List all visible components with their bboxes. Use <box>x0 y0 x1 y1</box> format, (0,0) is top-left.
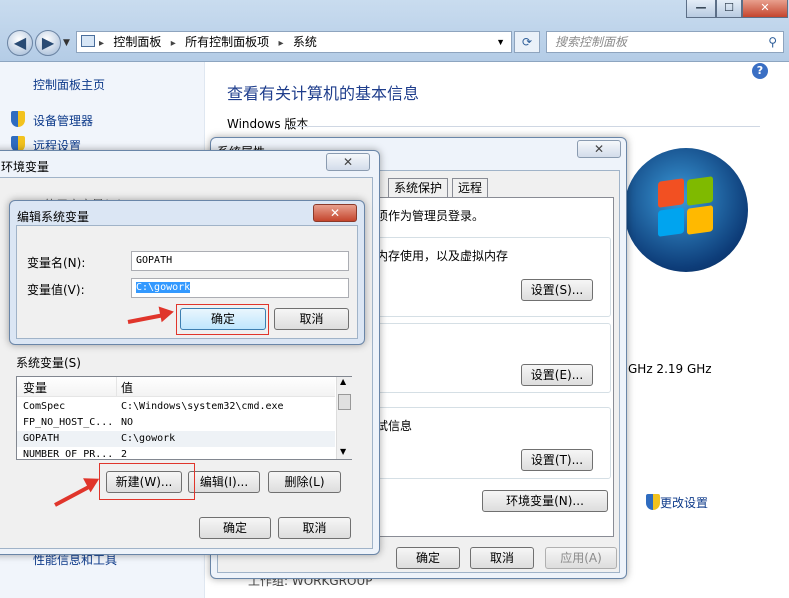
row-name: ComSpec <box>23 401 66 412</box>
breadcrumb-system[interactable]: 系统 <box>293 35 317 49</box>
apply-button[interactable]: 应用(A) <box>545 547 617 569</box>
debug-text: 试信息 <box>376 419 413 433</box>
performance-settings-button[interactable]: 设置(S)... <box>521 279 593 301</box>
breadcrumb-control-panel[interactable]: 控制面板 <box>113 35 161 49</box>
performance-text: 内存使用，以及虚拟内存 <box>376 249 509 263</box>
row-value: C:\gowork <box>121 433 176 444</box>
uac-shield-icon <box>11 111 25 127</box>
table-header: 变量 值 <box>17 377 335 397</box>
windows-logo-icon <box>624 148 748 272</box>
vertical-scrollbar[interactable]: ▲ ▼ <box>336 377 352 459</box>
logo-flag-green <box>687 176 713 206</box>
cancel-button[interactable]: 取消 <box>470 547 534 569</box>
selected-value-text: C:\gowork <box>136 282 191 293</box>
page-title: 查看有关计算机的基本信息 <box>227 84 420 103</box>
environment-variables-button[interactable]: 环境变量(N)... <box>482 490 608 512</box>
annotation-box <box>176 304 269 335</box>
delete-variable-button[interactable]: 删除(L) <box>268 471 341 493</box>
table-row[interactable]: FP_NO_HOST_C... NO <box>17 415 335 431</box>
row-name: FP_NO_HOST_C... <box>23 417 114 428</box>
scroll-down-icon[interactable]: ▼ <box>340 447 346 456</box>
sidebar-item-device-manager[interactable]: 设备管理器 <box>33 112 93 129</box>
change-settings-link[interactable]: 更改设置 <box>660 494 708 511</box>
profile-settings-button[interactable]: 设置(E)... <box>521 364 593 386</box>
variable-name-label: 变量名(N): <box>27 256 86 270</box>
search-placeholder: 搜索控制面板 <box>555 35 628 49</box>
section-heading-windows: Windows 版本 <box>227 117 309 131</box>
logo-flag-red <box>658 178 684 208</box>
cancel-button[interactable]: 取消 <box>278 517 351 539</box>
row-name: GOPATH <box>23 433 60 444</box>
close-icon[interactable]: ✕ <box>577 140 621 158</box>
address-bar[interactable]: ▸ 控制面板 ▸ 所有控制面板项 ▸ 系统 ▼ <box>76 31 512 53</box>
scroll-thumb[interactable] <box>338 394 351 410</box>
breadcrumb-separator-icon: ▸ <box>99 38 105 49</box>
close-window-button[interactable]: ✕ <box>742 0 788 18</box>
maximize-button[interactable]: ☐ <box>716 0 742 18</box>
annotation-arrow-head-icon <box>158 303 176 323</box>
cancel-button[interactable]: 取消 <box>274 308 349 330</box>
ok-button[interactable]: 确定 <box>396 547 460 569</box>
column-divider <box>116 377 117 397</box>
close-icon[interactable]: ✕ <box>326 153 370 171</box>
annotation-box <box>99 463 195 500</box>
breadcrumb-all-items[interactable]: 所有控制面板项 <box>185 35 269 49</box>
variable-name-field[interactable]: GOPATH <box>131 251 349 271</box>
tab-remote[interactable]: 远程 <box>452 178 489 197</box>
variable-value-label: 变量值(V): <box>27 283 85 297</box>
tab-system-protection[interactable]: 系统保护 <box>388 178 449 197</box>
column-header-name[interactable]: 变量 <box>23 379 47 396</box>
table-row[interactable]: NUMBER_OF_PR... 2 <box>17 447 335 459</box>
sidebar-home-link[interactable]: 控制面板主页 <box>33 76 105 93</box>
row-value: NO <box>121 417 134 428</box>
divider <box>290 126 760 127</box>
system-variables-table[interactable]: 变量 值 ComSpec C:\Windows\system32\cmd.exe… <box>16 376 352 460</box>
search-icon[interactable]: ⚲ <box>768 32 777 52</box>
ok-button[interactable]: 确定 <box>199 517 271 539</box>
refresh-icon[interactable]: ⟳ <box>514 31 540 53</box>
help-icon[interactable]: ? <box>752 63 768 79</box>
cpu-speed: GHz 2.19 GHz <box>628 362 712 376</box>
close-icon[interactable]: ✕ <box>313 204 357 222</box>
table-row[interactable]: GOPATH C:\gowork <box>17 431 335 447</box>
forward-icon[interactable]: ▶ <box>35 30 61 56</box>
dialog-title: 编辑系统变量 <box>17 210 90 224</box>
explorer-toolbar: — ☐ ✕ ◀ ▶ ▼ ▸ 控制面板 ▸ 所有控制面板项 ▸ 系统 ▼ ⟳ 搜索… <box>0 0 789 62</box>
column-header-value[interactable]: 值 <box>121 379 133 396</box>
search-input[interactable]: 搜索控制面板 ⚲ <box>546 31 784 53</box>
system-variables-label: 系统变量(S) <box>16 356 81 370</box>
scroll-up-icon[interactable]: ▲ <box>340 377 346 386</box>
dialog-title: 环境变量 <box>1 160 50 174</box>
row-value: C:\Windows\system32\cmd.exe <box>121 401 284 412</box>
edit-variable-button[interactable]: 编辑(I)... <box>188 471 260 493</box>
minimize-button[interactable]: — <box>686 0 716 18</box>
admin-note: 须作为管理员登录。 <box>376 209 485 223</box>
breadcrumb-separator-icon: ▸ <box>278 38 284 49</box>
back-icon[interactable]: ◀ <box>7 30 33 56</box>
recent-pages-chevron-icon[interactable]: ▼ <box>63 38 70 48</box>
variable-value-field[interactable]: C:\gowork <box>131 278 349 298</box>
breadcrumb-separator-icon: ▸ <box>170 38 176 49</box>
row-name: NUMBER_OF_PR... <box>23 449 114 459</box>
logo-flag-blue <box>658 207 684 237</box>
table-row[interactable]: ComSpec C:\Windows\system32\cmd.exe <box>17 399 335 415</box>
startup-settings-button[interactable]: 设置(T)... <box>521 449 593 471</box>
address-dropdown-icon[interactable]: ▼ <box>496 32 505 52</box>
logo-flag-yellow <box>687 205 713 235</box>
uac-shield-icon <box>646 494 660 510</box>
row-value: 2 <box>121 449 128 459</box>
control-panel-icon <box>81 35 95 47</box>
